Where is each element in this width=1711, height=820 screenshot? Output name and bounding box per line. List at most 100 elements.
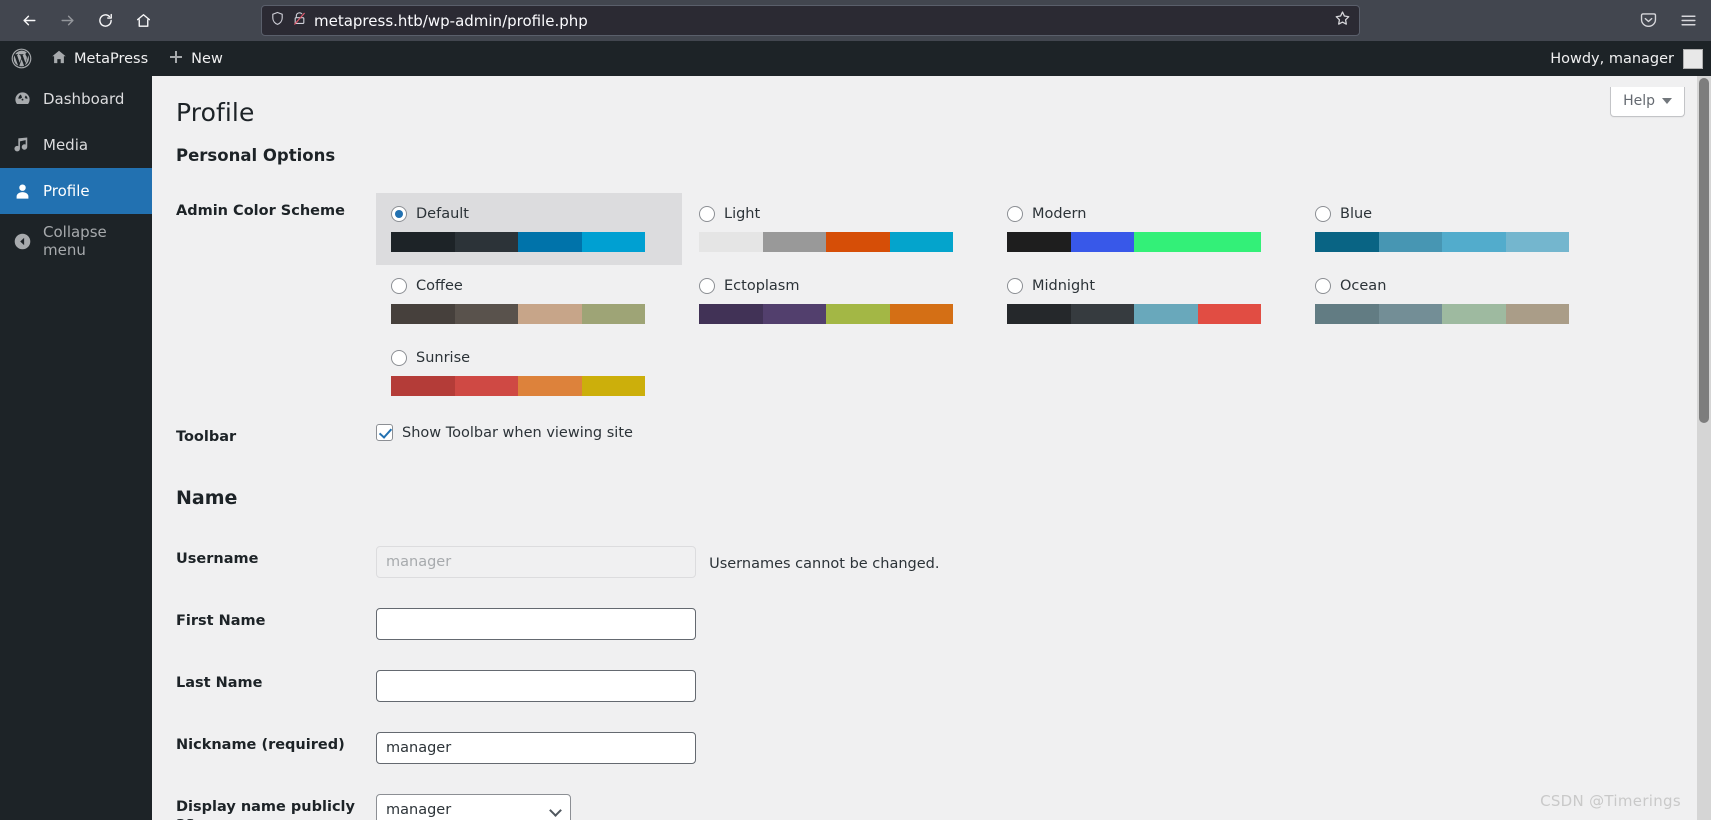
swatch [1134, 304, 1198, 324]
swatch [391, 232, 455, 252]
adminbar-account[interactable]: Howdy, manager [1550, 41, 1711, 76]
swatch [454, 376, 518, 396]
username-input [376, 546, 696, 578]
swatch [762, 304, 826, 324]
pocket-icon[interactable] [1633, 6, 1663, 36]
last-name-input[interactable] [376, 670, 696, 702]
color-option-label: Midnight [1032, 278, 1096, 294]
help-button[interactable]: Help [1610, 87, 1685, 117]
adminbar-new-button[interactable]: New [158, 41, 233, 76]
color-option-sunrise[interactable]: Sunrise [376, 337, 682, 409]
name-table: Username Usernames cannot be changed. Fi… [176, 531, 1711, 820]
address-bar[interactable]: metapress.htb/wp-admin/profile.php [261, 5, 1360, 36]
admin-color-scheme-label: Admin Color Scheme [176, 203, 345, 219]
home-button[interactable] [128, 6, 158, 36]
watermark: CSDN @Timerings [1540, 792, 1681, 810]
color-option-blue[interactable]: Blue [1300, 193, 1606, 265]
nickname-input[interactable] [376, 732, 696, 764]
swatch-row-midnight [1007, 304, 1261, 324]
swatch [1442, 304, 1506, 324]
swatch [889, 232, 953, 252]
color-option-label: Blue [1340, 206, 1373, 222]
radio-ectoplasm[interactable] [699, 278, 715, 294]
show-toolbar-label: Show Toolbar when viewing site [402, 424, 633, 441]
color-option-coffee[interactable]: Coffee [376, 265, 682, 337]
swatch [581, 304, 645, 324]
radio-modern[interactable] [1007, 206, 1023, 222]
color-scheme-grid: Default Light Modern Blue Coffee Ectopla… [376, 181, 1701, 409]
radio-blue[interactable] [1315, 206, 1331, 222]
radio-light[interactable] [699, 206, 715, 222]
display-name-select-wrapper: manager [376, 794, 571, 820]
swatch [1442, 232, 1506, 252]
user-icon [12, 181, 33, 202]
swatch [1315, 232, 1379, 252]
help-label: Help [1623, 93, 1655, 109]
shield-icon[interactable] [270, 11, 285, 30]
plus-icon [168, 49, 184, 69]
last-name-label: Last Name [176, 675, 263, 691]
site-name-label: MetaPress [74, 50, 149, 67]
color-option-default[interactable]: Default [376, 193, 682, 265]
browser-right-controls [1633, 6, 1703, 36]
swatch-row-blue [1315, 232, 1569, 252]
first-name-input[interactable] [376, 608, 696, 640]
color-option-modern[interactable]: Modern [992, 193, 1298, 265]
swatch [1197, 232, 1261, 252]
page-scrollbar-thumb[interactable] [1699, 78, 1709, 423]
sidebar-item-media[interactable]: Media [0, 122, 152, 168]
color-option-light[interactable]: Light [684, 193, 990, 265]
swatch [826, 232, 890, 252]
color-option-ocean[interactable]: Ocean [1300, 265, 1606, 337]
page-scrollbar-track[interactable] [1697, 76, 1711, 820]
avatar[interactable] [1683, 48, 1703, 69]
swatch [826, 304, 890, 324]
radio-default[interactable] [391, 206, 407, 222]
swatch [391, 304, 455, 324]
color-option-ectoplasm[interactable]: Ectoplasm [684, 265, 990, 337]
wordpress-logo-icon[interactable] [0, 41, 41, 76]
reload-button[interactable] [90, 6, 120, 36]
page-title: Profile [176, 98, 255, 127]
home-icon [51, 49, 67, 69]
swatch-row-ocean [1315, 304, 1569, 324]
swatch [1134, 232, 1198, 252]
swatch [454, 232, 518, 252]
swatch [518, 232, 582, 252]
row-last-name: Last Name [176, 655, 1711, 717]
swatch [1505, 232, 1569, 252]
swatch [1315, 304, 1379, 324]
hamburger-menu-icon[interactable] [1673, 6, 1703, 36]
broken-lock-icon[interactable] [292, 11, 307, 30]
color-option-label: Ectoplasm [724, 278, 800, 294]
back-button[interactable] [14, 6, 44, 36]
adminbar-site-name[interactable]: MetaPress [41, 41, 158, 76]
swatch-row-sunrise [391, 376, 645, 396]
browser-toolbar: metapress.htb/wp-admin/profile.php [0, 0, 1711, 41]
display-name-label: Display name publicly as [176, 799, 355, 820]
sidebar-item-label: Media [43, 136, 89, 154]
row-first-name: First Name [176, 593, 1711, 655]
sidebar-item-profile[interactable]: Profile [0, 168, 152, 214]
star-icon[interactable] [1334, 10, 1351, 31]
sidebar-item-collapse-menu[interactable]: Collapse menu [0, 218, 152, 264]
color-option-label: Ocean [1340, 278, 1387, 294]
url-text[interactable]: metapress.htb/wp-admin/profile.php [314, 12, 1327, 30]
toolbar-checkbox-row[interactable]: Show Toolbar when viewing site [376, 424, 1701, 441]
radio-midnight[interactable] [1007, 278, 1023, 294]
sidebar-item-dashboard[interactable]: Dashboard [0, 76, 152, 122]
swatch [581, 376, 645, 396]
radio-ocean[interactable] [1315, 278, 1331, 294]
radio-coffee[interactable] [391, 278, 407, 294]
row-display-name: Display name publicly as manager [176, 779, 1711, 820]
howdy-label: Howdy, manager [1550, 50, 1674, 67]
swatch-row-modern [1007, 232, 1261, 252]
forward-button[interactable] [52, 6, 82, 36]
display-name-select[interactable]: manager [376, 794, 571, 820]
swatch [581, 232, 645, 252]
color-option-midnight[interactable]: Midnight [992, 265, 1298, 337]
color-option-label: Coffee [416, 278, 463, 294]
radio-sunrise[interactable] [391, 350, 407, 366]
show-toolbar-checkbox[interactable] [376, 424, 393, 441]
color-option-label: Sunrise [416, 350, 471, 366]
